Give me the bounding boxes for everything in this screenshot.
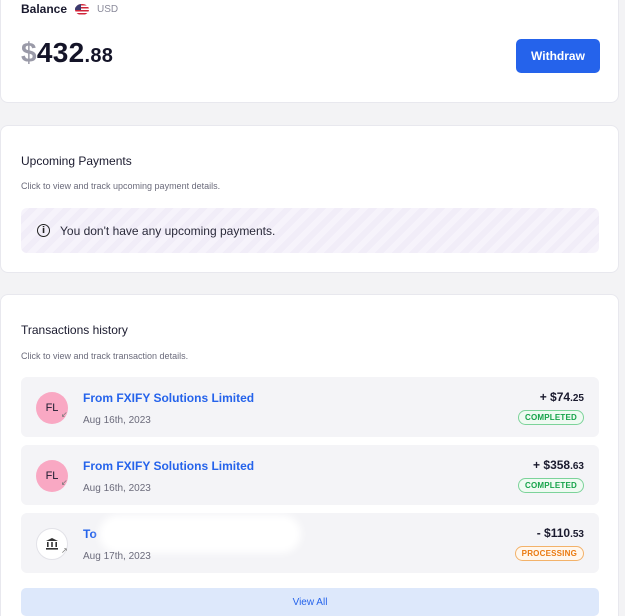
status-badge: COMPLETED — [517, 478, 584, 493]
amount-main: + $358 — [533, 458, 571, 472]
view-all-button[interactable]: View All — [21, 588, 599, 616]
avatar: FL — [36, 392, 68, 424]
transaction-amount: - $110.53 — [537, 526, 584, 540]
upcoming-payments-title: Upcoming Payments — [21, 154, 132, 168]
transaction-date: Aug 16th, 2023 — [83, 415, 151, 426]
transaction-amount: + $358.63 — [533, 458, 584, 472]
bank-icon — [46, 538, 58, 550]
empty-notice-text: You don't have any upcoming payments. — [60, 223, 276, 238]
outgoing-arrow-icon: ↗ — [61, 546, 68, 555]
currency-code: USD — [97, 3, 119, 15]
transaction-row[interactable]: FL ↙ From FXIFY Solutions Limited Aug 16… — [21, 377, 599, 437]
currency-symbol: $ — [21, 37, 37, 68]
transaction-amount: + $74.25 — [540, 390, 584, 404]
transactions-card: Transactions history Click to view and t… — [0, 294, 619, 616]
transactions-title: Transactions history — [21, 323, 128, 337]
transaction-name[interactable]: To — [83, 527, 97, 541]
transaction-name[interactable]: From FXIFY Solutions Limited — [83, 391, 254, 405]
amount-main: - $110 — [536, 526, 571, 540]
amount-cents: .53 — [570, 529, 584, 540]
redacted-recipient — [105, 521, 295, 547]
upcoming-payments-card[interactable]: Upcoming Payments Click to view and trac… — [0, 125, 619, 273]
info-icon: i — [37, 224, 50, 237]
upcoming-payments-subtitle: Click to view and track upcoming payment… — [21, 181, 221, 191]
amount-cents: .63 — [570, 461, 584, 472]
transaction-row[interactable]: ↗ To Aug 17th, 2023 - $110.53 PROCESSING — [21, 513, 599, 573]
withdraw-button[interactable]: Withdraw — [516, 39, 600, 73]
status-badge: COMPLETED — [517, 410, 584, 425]
balance-amount: $432.88 — [21, 37, 113, 69]
balance-label: Balance — [21, 2, 68, 16]
incoming-arrow-icon: ↙ — [61, 410, 68, 419]
avatar: FL — [36, 460, 68, 492]
balance-header: Balance USD — [21, 2, 118, 16]
incoming-arrow-icon: ↙ — [61, 478, 68, 487]
transactions-subtitle: Click to view and track transaction deta… — [21, 351, 189, 361]
balance-card: Balance USD $432.88 Withdraw — [0, 0, 619, 103]
transaction-row[interactable]: FL ↙ From FXIFY Solutions Limited Aug 16… — [21, 445, 599, 505]
avatar — [36, 528, 68, 560]
amount-cents: .25 — [570, 393, 584, 404]
balance-whole: 432 — [36, 37, 85, 68]
status-badge: PROCESSING — [514, 546, 584, 561]
amount-main: + $74 — [539, 390, 571, 404]
empty-notice: i You don't have any upcoming payments. — [21, 208, 599, 253]
us-flag-icon — [75, 3, 90, 15]
transaction-date: Aug 17th, 2023 — [83, 551, 151, 562]
balance-cents: .88 — [84, 45, 114, 67]
transaction-name[interactable]: From FXIFY Solutions Limited — [83, 459, 254, 473]
transaction-date: Aug 16th, 2023 — [83, 483, 151, 494]
